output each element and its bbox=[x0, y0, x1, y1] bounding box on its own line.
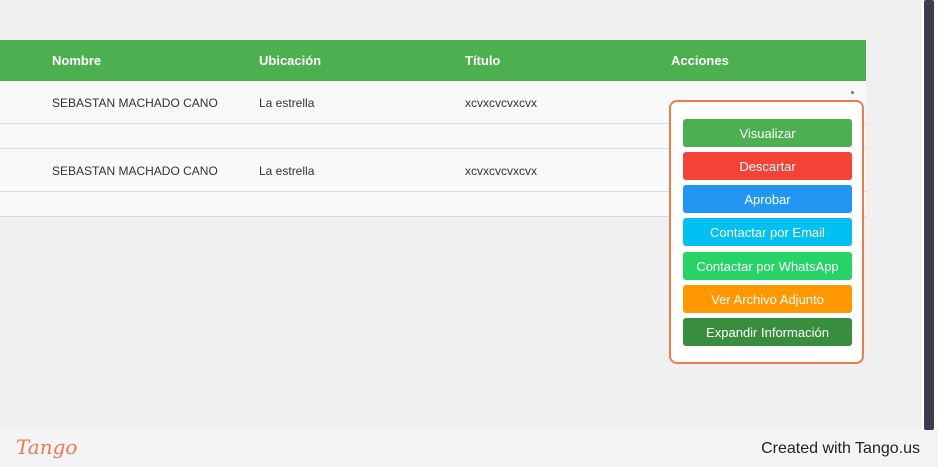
tango-logo: Tango bbox=[16, 435, 78, 459]
footer: Tango Created with Tango.us bbox=[0, 430, 938, 467]
footer-credit: Created with Tango.us bbox=[761, 440, 920, 457]
cell-ubicacion: La estrella bbox=[259, 164, 315, 178]
actions-toggle-icon[interactable] bbox=[851, 91, 854, 94]
header-nombre: Nombre bbox=[52, 53, 102, 68]
expandir-informacion-button[interactable]: Expandir Información bbox=[683, 318, 852, 346]
cell-titulo: xcvxcvcvxcvx bbox=[465, 96, 537, 110]
aprobar-button[interactable]: Aprobar bbox=[683, 185, 852, 213]
header-ubicacion: Ubicación bbox=[259, 53, 322, 68]
cell-nombre: SEBASTAN MACHADO CANO bbox=[52, 96, 218, 110]
contactar-whatsapp-button[interactable]: Contactar por WhatsApp bbox=[683, 252, 852, 280]
header-titulo: Título bbox=[465, 53, 501, 68]
scrollbar-thumb[interactable] bbox=[924, 0, 934, 430]
cell-titulo: xcvxcvcvxcvx bbox=[465, 164, 537, 178]
contactar-email-button[interactable]: Contactar por Email bbox=[683, 218, 852, 246]
descartar-button[interactable]: Descartar bbox=[683, 152, 852, 180]
actions-dropdown: Visualizar Descartar Aprobar Contactar p… bbox=[669, 100, 864, 364]
header-acciones: Acciones bbox=[671, 53, 729, 68]
scrollbar[interactable] bbox=[922, 0, 938, 430]
table-header: Nombre Ubicación Título Acciones bbox=[0, 40, 866, 81]
visualizar-button[interactable]: Visualizar bbox=[683, 119, 852, 147]
ver-archivo-button[interactable]: Ver Archivo Adjunto bbox=[683, 285, 852, 313]
cell-ubicacion: La estrella bbox=[259, 96, 315, 110]
cell-nombre: SEBASTAN MACHADO CANO bbox=[52, 164, 218, 178]
